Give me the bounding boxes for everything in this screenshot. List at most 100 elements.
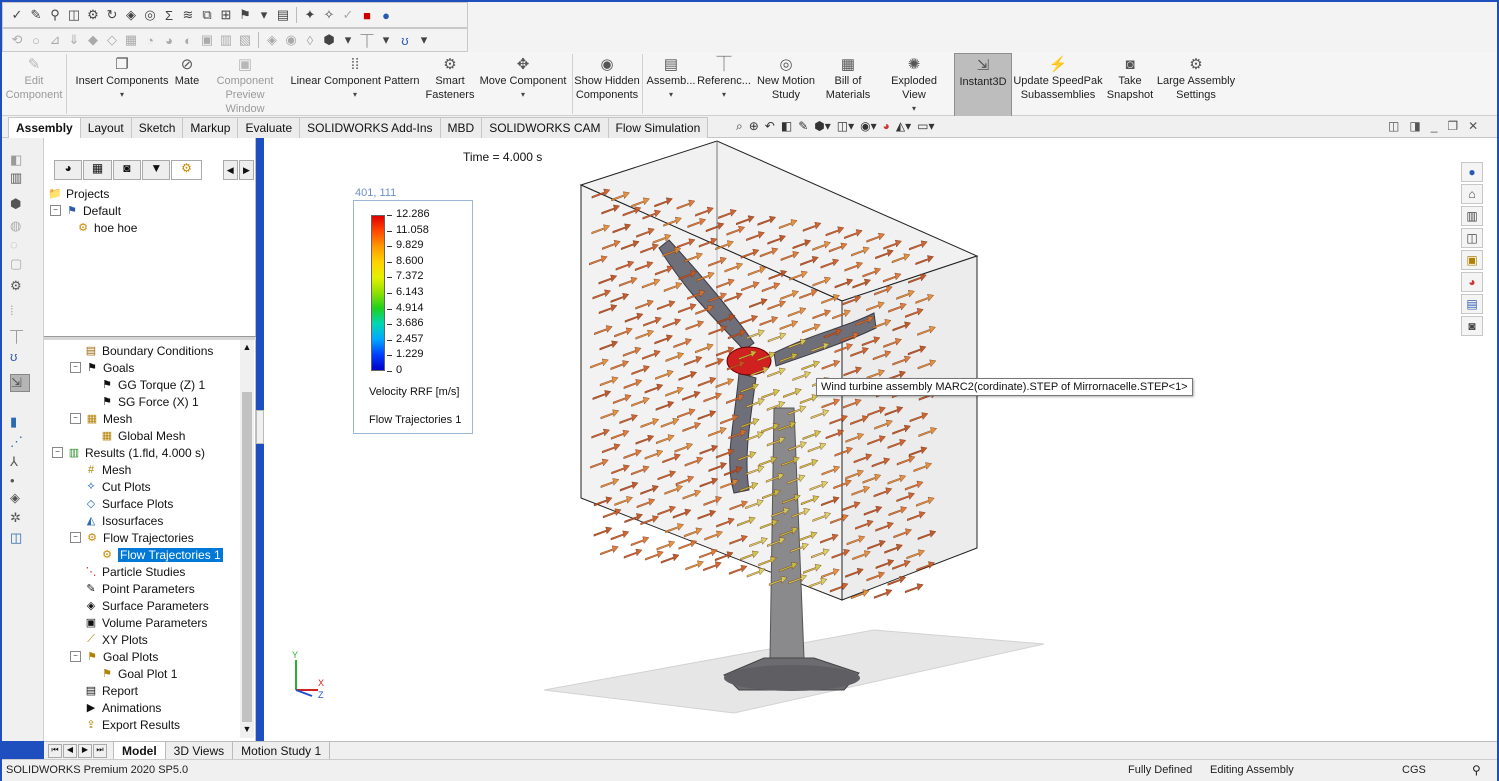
pin-icon[interactable]: ⚲: [47, 7, 63, 23]
tab-markup[interactable]: Markup: [182, 117, 239, 138]
tool-icon[interactable]: ◊: [302, 32, 318, 48]
tile-icon[interactable]: ◫: [1388, 119, 1399, 135]
tree-results[interactable]: − ▥ Results (1.fld, 4.000 s): [52, 444, 205, 461]
take-snapshot-button[interactable]: ◙ Take Snapshot: [1106, 56, 1154, 114]
edit-component-button[interactable]: ✎ Edit Component: [6, 56, 63, 114]
tool-icon[interactable]: ⊿: [47, 32, 63, 48]
large-assembly-button[interactable]: ⚙ Large Assembly Settings: [1156, 56, 1236, 114]
tree-goals[interactable]: − ⚑ Goals: [70, 359, 134, 376]
collapse-icon[interactable]: −: [70, 651, 81, 662]
globe-icon[interactable]: ●: [378, 7, 394, 23]
chart-icon[interactable]: ▤: [275, 7, 291, 23]
scroll-down-icon[interactable]: ▼: [240, 724, 254, 736]
tool-icon[interactable]: ▦: [123, 32, 139, 48]
tab-sketch[interactable]: Sketch: [130, 117, 184, 138]
tool-icon[interactable]: ▧: [237, 32, 253, 48]
tree-export-results[interactable]: ⇪ Export Results: [84, 716, 180, 733]
grid-icon[interactable]: ⊞: [218, 7, 234, 23]
part-icon[interactable]: ◍: [10, 218, 28, 234]
chevron-down-icon[interactable]: ▾: [353, 88, 357, 102]
collapse-icon[interactable]: −: [70, 413, 81, 424]
assembly-icon[interactable]: ▥: [10, 170, 28, 186]
tab-solidworks-cam[interactable]: SOLIDWORKS CAM: [481, 117, 609, 138]
zoom-area-icon[interactable]: ⊕: [749, 119, 759, 135]
tree-sg-force[interactable]: ⚑ SG Force (X) 1: [100, 393, 199, 410]
center-of-mass-icon[interactable]: ◈: [10, 490, 28, 506]
plane-icon[interactable]: ▮: [10, 414, 28, 430]
tile-vertical-icon[interactable]: ◨: [1409, 119, 1420, 135]
collapse-icon[interactable]: −: [52, 447, 63, 458]
tool-icon[interactable]: ▣: [199, 32, 215, 48]
view-icon[interactable]: ◈: [123, 7, 139, 23]
rotate-icon[interactable]: ↻: [104, 7, 120, 23]
instant3d-button[interactable]: ⇲ Instant3D: [954, 53, 1012, 119]
chevron-down-icon[interactable]: ▾: [912, 102, 916, 116]
insert-components-button[interactable]: ❐ Insert Components ▾: [72, 56, 172, 114]
tree-isosurfaces[interactable]: ◭ Isosurfaces: [84, 512, 164, 529]
move-component-button[interactable]: ✥ Move Component ▾: [478, 56, 568, 114]
tool-icon[interactable]: ◈: [264, 32, 280, 48]
layers-icon[interactable]: ≋: [180, 7, 196, 23]
display-style-icon[interactable]: ◫▾: [837, 119, 854, 135]
property-manager-tab[interactable]: ▦: [83, 160, 112, 180]
settings-icon[interactable]: ✧: [321, 7, 337, 23]
axis-icon[interactable]: ⋰: [10, 434, 28, 450]
chevron-down-icon[interactable]: ▾: [256, 7, 272, 23]
appearance-icon[interactable]: ◕: [883, 119, 890, 135]
feature-icon[interactable]: ◧: [10, 152, 28, 168]
chevron-down-icon[interactable]: ▾: [378, 32, 394, 48]
coordinate-icon[interactable]: ⅄: [10, 454, 28, 470]
feature-manager-tab[interactable]: ◕: [54, 160, 83, 180]
reference-icon[interactable]: ⏉: [10, 328, 28, 345]
sigma-icon[interactable]: Σ: [161, 7, 177, 23]
tab-assembly[interactable]: Assembly: [8, 117, 81, 138]
tool-icon[interactable]: ◕: [161, 32, 177, 48]
view-orientation-icon[interactable]: ⬢▾: [814, 119, 831, 135]
custom-properties-icon[interactable]: ▤: [1461, 294, 1483, 314]
chevron-down-icon[interactable]: ▾: [669, 88, 673, 102]
tree-volume-parameters[interactable]: ▣ Volume Parameters: [84, 614, 208, 631]
box-icon[interactable]: ◫: [66, 7, 82, 23]
tree-point-parameters[interactable]: ✎ Point Parameters: [84, 580, 194, 597]
tab-flow-simulation[interactable]: Flow Simulation: [607, 117, 709, 138]
close-icon[interactable]: ✕: [1468, 119, 1478, 135]
tree-goal-plot-1[interactable]: ⚑ Goal Plot 1: [100, 665, 177, 682]
cube-icon[interactable]: ⬢: [321, 32, 337, 48]
assembly-features-button[interactable]: ▤ Assemb... ▾: [646, 56, 696, 114]
smart-fasteners-button[interactable]: ⚙ Smart Fasteners: [422, 56, 478, 114]
zoom-to-fit-icon[interactable]: ⌕: [736, 119, 743, 135]
tree-global-mesh[interactable]: ▦ Global Mesh: [100, 427, 186, 444]
update-speedpak-button[interactable]: ⚡ Update SpeedPak Subassemblies: [1012, 56, 1104, 114]
tool-icon[interactable]: ◔: [142, 32, 158, 48]
wand-icon[interactable]: ✦: [302, 7, 318, 23]
velocity-legend[interactable]: 12.286 11.058 9.829 8.600 7.372 6.143 4.914 3.6…: [353, 200, 473, 434]
chevron-down-icon[interactable]: ▾: [722, 88, 726, 102]
view-palette-icon[interactable]: ▣: [1461, 250, 1483, 270]
mate-reference-icon[interactable]: ✲: [10, 510, 28, 526]
tree-goal-plots[interactable]: − ⚑ Goal Plots: [70, 648, 158, 665]
chevron-down-icon[interactable]: ▾: [120, 88, 124, 102]
dimxpert-tab[interactable]: ▼: [142, 160, 171, 180]
gear-icon[interactable]: ⚙: [85, 7, 101, 23]
tab-scroll-left[interactable]: ◀: [222, 160, 238, 180]
stop-icon[interactable]: ■: [359, 7, 375, 23]
reference-geometry-button[interactable]: ⏉ Referenc... ▾: [697, 56, 751, 114]
align-icon[interactable]: ⏉: [359, 32, 375, 49]
scroll-thumb[interactable]: [242, 392, 252, 722]
path-icon[interactable]: ʊ: [10, 348, 28, 364]
chevron-down-icon[interactable]: ▾: [340, 32, 356, 48]
tab-scroll-buttons[interactable]: ⏮ ◀ ▶ ⏭: [48, 744, 107, 758]
path-icon[interactable]: ʊ: [397, 32, 413, 48]
home-icon[interactable]: ⌂: [1461, 184, 1483, 204]
tree-surface-plots[interactable]: ◇ Surface Plots: [84, 495, 174, 512]
part2-icon[interactable]: ◌: [10, 236, 28, 252]
spell-check-icon[interactable]: ✓: [9, 7, 25, 23]
gear-icon[interactable]: ⚙: [10, 278, 28, 294]
section-view-icon[interactable]: ◧: [781, 119, 792, 135]
tree-surface-parameters[interactable]: ◈ Surface Parameters: [84, 597, 209, 614]
tab-mbd[interactable]: MBD: [439, 117, 483, 138]
tool-icon[interactable]: ○: [28, 32, 44, 48]
collapse-icon[interactable]: −: [70, 532, 81, 543]
panel-collapse-handle[interactable]: [256, 410, 264, 444]
tab-scroll-right[interactable]: ▶: [238, 160, 255, 180]
